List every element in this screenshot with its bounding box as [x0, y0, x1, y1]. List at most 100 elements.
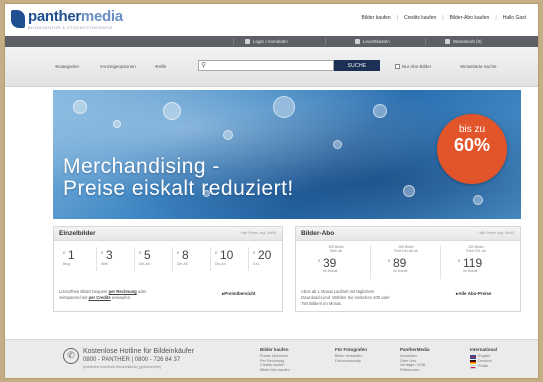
plan-period: im Monat [393, 269, 408, 273]
footer-column-international: International English Deutsch Polski [470, 347, 497, 369]
hotline-title: Kostenlose Hotline für Bildeinkäufer [83, 348, 194, 355]
hotline-phone[interactable]: 0800 - PANTHER | 0800 - 726 84 37 [83, 357, 180, 363]
panel-title: Bilder-Abo [301, 230, 335, 237]
panel-header: Einzelbilder * alle Preise zzgl. MwSt. [54, 227, 282, 241]
search-button[interactable]: SUCHE [334, 60, 380, 71]
panel-note: * alle Preise zzgl. MwSt. [477, 231, 515, 235]
lightbox-label: Leuchtkasten [363, 39, 390, 44]
price-overview-link[interactable]: Preisübersicht [222, 291, 255, 297]
subscription-description: Abos ab 1 Monat Laufzeit mit täglichem D… [301, 289, 390, 306]
footer-link[interactable]: Fotocommunity [335, 359, 367, 364]
checkbox-box[interactable] [395, 64, 400, 69]
footer-column-buy: Bilder kaufen Preise Übersicht Per Rechn… [260, 347, 290, 372]
cart-icon [445, 39, 450, 44]
price-value: 3 [106, 248, 113, 262]
plan-item[interactable]: 150 Bilder Print XXL ab € 119 im Monat [441, 245, 511, 279]
footer-link[interactable]: Bilder verkaufen [335, 354, 367, 359]
subscription-panel: Bilder-Abo * alle Preise zzgl. MwSt. 150… [295, 226, 521, 312]
water-drop [163, 102, 181, 120]
user-icon [245, 39, 250, 44]
nav-buy-subscription[interactable]: Bilder-Abo kaufen [444, 15, 496, 21]
footer-column-title: Für Fotografen [335, 347, 367, 352]
login-link[interactable]: Login / Anmelden [245, 36, 288, 47]
footer-column-title: Bilder kaufen [260, 347, 289, 352]
footer-link[interactable]: Preise Übersicht [260, 354, 290, 359]
logo[interactable]: panthermedia BILDAGENTUR & STOCKFOTOGRAF… [11, 8, 123, 30]
nav-buy-images[interactable]: Bilder kaufen [356, 15, 397, 21]
logo-tagline: BILDAGENTUR & STOCKFOTOGRAFIE [28, 25, 113, 30]
nav-greeting[interactable]: Hallo Gast [497, 15, 532, 21]
plan-price: 39 [323, 256, 337, 270]
german-flag-icon [470, 359, 476, 364]
water-drop [473, 195, 483, 205]
single-images-panel: Einzelbilder * alle Preise zzgl. MwSt. €… [53, 226, 283, 312]
nav-buy-credits[interactable]: Credits kaufen [398, 15, 442, 21]
single-images-description: Lizenzfreie Bilder bequem per Rechnung o… [59, 289, 147, 300]
price-item[interactable]: € 10 Din-A4 [211, 247, 249, 271]
checkbox-label: Nur Abo-Bilder [402, 64, 432, 69]
search-bar: Kategorien Anzeigeoptionen Hilfe ⚲ SUCHE… [5, 47, 538, 87]
footer-column-title: International [470, 347, 498, 352]
categories-dropdown[interactable]: Kategorien [55, 64, 79, 70]
panel-note: * alle Preise zzgl. MwSt. [239, 231, 277, 235]
site-footer: ✆ Kostenlose Hotline für Bildeinkäufer 0… [5, 339, 538, 378]
water-drop [73, 100, 87, 114]
plan-period: im Monat [323, 269, 338, 273]
plan-item[interactable]: 150 Bilder Print Din-A6 ab € 89 im Monat [371, 245, 441, 279]
water-drop [373, 104, 387, 118]
price-item[interactable]: € 3 Web [97, 247, 135, 271]
lightbox-link[interactable]: Leuchtkasten [355, 36, 390, 47]
page-frame: panthermedia BILDAGENTUR & STOCKFOTOGRAF… [5, 4, 538, 378]
divider [233, 38, 234, 45]
discount-badge: bis zu 60% [437, 114, 507, 184]
footer-column-title: PantherMedia [400, 347, 430, 352]
divider [325, 38, 326, 45]
price-item[interactable]: € 8 Din-A5 [173, 247, 211, 271]
promo-banner[interactable]: Merchandising - Preise eiskalt reduziert… [53, 90, 521, 219]
water-drop [113, 120, 121, 128]
subscription-only-checkbox[interactable]: Nur Abo-Bilder [395, 64, 431, 69]
price-label: Web [101, 262, 109, 266]
login-label: Login / Anmelden [253, 39, 288, 44]
price-item[interactable]: € 1 Blog [59, 247, 97, 271]
account-bar: Login / Anmelden Leuchtkasten Warenkorb … [5, 36, 538, 47]
language-polish[interactable]: Polski [470, 364, 497, 369]
price-label: Blog [63, 262, 71, 266]
footer-link[interactable]: Verträge / AGB [400, 363, 430, 368]
panel-title: Einzelbilder [59, 230, 96, 237]
price-label: Din-A4 [215, 262, 226, 266]
banner-headline: Merchandising - Preise eiskalt reduziert… [63, 156, 294, 200]
plan-item[interactable]: 150 Bilder Web ab € 39 im Monat [301, 245, 371, 279]
cart-link[interactable]: Warenkorb (0) [445, 36, 482, 47]
footer-link[interactable]: Referenzen [400, 368, 430, 373]
price-item[interactable]: € 5 Din-A6 [135, 247, 173, 271]
advanced-search-link[interactable]: Erweiterte Suche [460, 64, 496, 70]
price-value: 10 [220, 248, 234, 262]
credits-link[interactable]: per Credits [89, 295, 111, 300]
price-item[interactable]: € 20 XXL [249, 247, 287, 271]
panel-header: Bilder-Abo * alle Preise zzgl. MwSt. [296, 227, 520, 241]
logo-text: panthermedia [28, 8, 123, 25]
all-subscription-prices-link[interactable]: Alle Abo-Preise [456, 291, 491, 297]
price-value: 20 [258, 248, 272, 262]
lightbox-icon [355, 39, 360, 44]
plan-list: 150 Bilder Web ab € 39 im Monat 150 Bilde… [301, 245, 511, 279]
footer-column-photographers: Für Fotografen Bilder verkaufen Fotocomm… [335, 347, 367, 363]
footer-link[interactable]: Bilder Abo kaufen [260, 368, 290, 373]
panther-logo-icon [11, 10, 25, 28]
display-options-dropdown[interactable]: Anzeigeoptionen [100, 64, 136, 70]
water-drop [333, 140, 342, 149]
search-icon: ⚲ [201, 62, 207, 69]
plan-price: 89 [393, 256, 407, 270]
price-list: € 1 Blog € 3 Web € 5 Din-A6 € 8 Din-A5 € [59, 247, 287, 271]
uk-flag-icon [470, 354, 476, 359]
help-dropdown[interactable]: Hilfe [155, 64, 166, 70]
search-input[interactable]: ⚲ [198, 60, 334, 71]
water-drop [403, 185, 415, 197]
price-label: Din-A5 [177, 262, 188, 266]
invoice-link[interactable]: per Rechnung [109, 289, 137, 294]
price-value: 1 [68, 248, 75, 262]
banner-line-1: Merchandising - [63, 155, 220, 178]
price-label: Din-A6 [139, 262, 150, 266]
water-drop [223, 130, 233, 140]
